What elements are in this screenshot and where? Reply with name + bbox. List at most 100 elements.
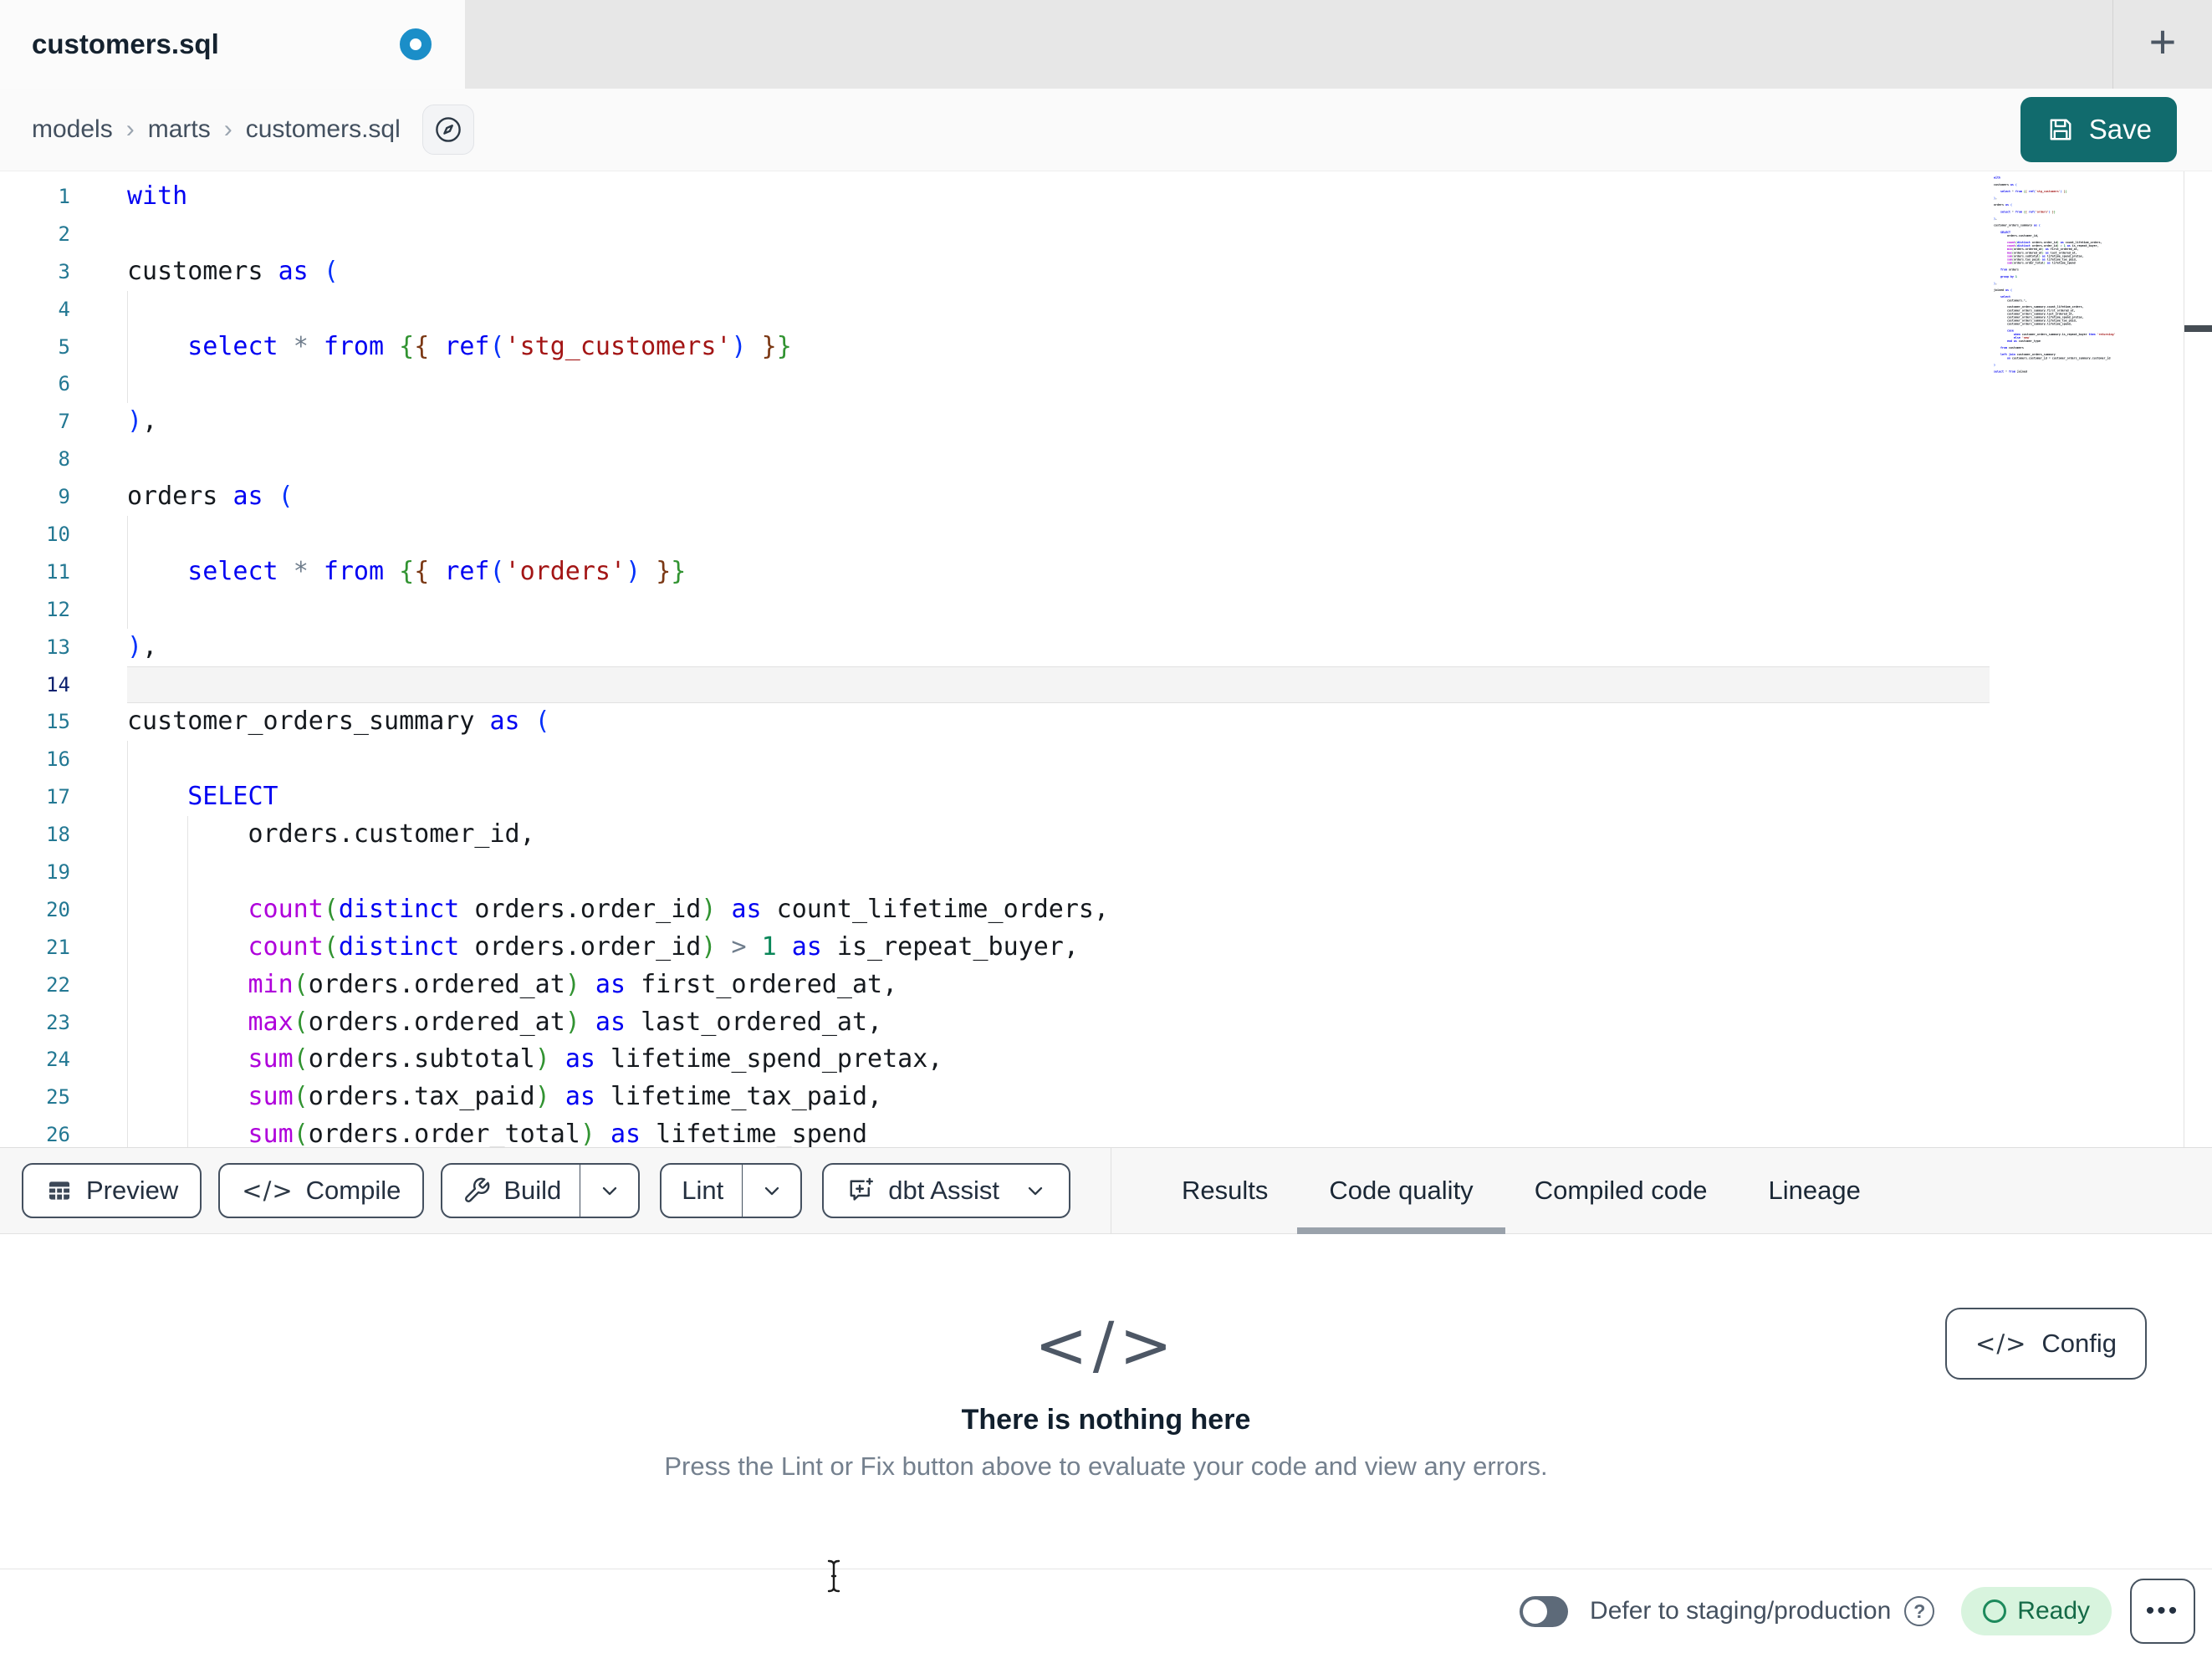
line-number: 26 [46, 1123, 70, 1147]
code-line[interactable]: 1 with [0, 178, 1990, 216]
indent-guide [127, 1079, 128, 1117]
new-tab-button[interactable]: + [2113, 0, 2212, 89]
code-line-text: sum(orders.tax_paid) as lifetime_tax_pai… [127, 1079, 1990, 1117]
code-line[interactable]: 16 [0, 741, 1990, 779]
code-lines[interactable]: 1 with 2 3 customers as (4 5 select * from {{… [0, 171, 1990, 1147]
empty-state: </> There is nothing here Press the Lint… [0, 1234, 2212, 1482]
tab-customers-sql[interactable]: customers.sql [0, 0, 465, 89]
code-line[interactable]: 18 orders.customer_id, [0, 816, 1990, 855]
minimap-content: with customers as ( select * from {{ ref(… [1994, 176, 2115, 374]
breadcrumb-file[interactable]: customers.sql [246, 115, 401, 144]
lint-button[interactable]: Lint [662, 1165, 742, 1217]
explore-lineage-button[interactable] [421, 105, 474, 155]
code-line[interactable]: 25 sum(orders.tax_paid) as lifetime_tax_… [0, 1079, 1990, 1117]
code-icon: </> [1034, 1308, 1178, 1382]
code-quality-panel: </> There is nothing here Press the Lint… [0, 1234, 2212, 1569]
code-line[interactable]: 11 select * from {{ ref('orders') }} [0, 553, 1990, 591]
code-line[interactable]: 2 [0, 216, 1990, 253]
chevron-down-icon [602, 1186, 616, 1196]
minimap-line: on customers.customer_id = customer_orde… [2006, 356, 2111, 360]
code-line[interactable]: 24 sum(orders.subtotal) as lifetime_spen… [0, 1041, 1990, 1079]
tab-results[interactable]: Results [1182, 1148, 1268, 1233]
indent-guide [187, 1003, 189, 1042]
config-label: Config [2041, 1329, 2117, 1358]
breadcrumb-bar: models › marts › customers.sql Save [0, 89, 2212, 171]
code-line[interactable]: 13), [0, 629, 1990, 666]
code-line[interactable]: 26 sum(orders.order_total) as lifetime_s… [0, 1116, 1990, 1147]
tab-compiled-code[interactable]: Compiled code [1535, 1148, 1708, 1233]
code-line[interactable]: 3 customers as ( [0, 253, 1990, 291]
line-number: 21 [46, 935, 70, 959]
code-line[interactable]: 14 [0, 666, 1990, 704]
build-dropdown-button[interactable] [580, 1165, 638, 1217]
build-split-button: Build [441, 1163, 641, 1218]
save-floppy-icon [2050, 119, 2072, 140]
lint-label: Lint [682, 1176, 724, 1205]
ellipsis-icon: ••• [2145, 1597, 2180, 1625]
code-line-text: count(distinct orders.order_id) > 1 as i… [127, 928, 1990, 967]
line-number: 3 [58, 259, 70, 283]
code-line[interactable]: 21 count(distinct orders.order_id) > 1 a… [0, 928, 1990, 967]
breadcrumb-marts[interactable]: marts [148, 115, 211, 144]
chevron-right-icon: › [223, 115, 232, 143]
code-line[interactable]: 9 orders as ( [0, 478, 1990, 516]
code-line-text: with [127, 181, 188, 211]
code-line[interactable]: 22 min(orders.ordered_at) as first_order… [0, 966, 1990, 1004]
code-line-text [127, 365, 1990, 404]
code-line[interactable]: 19 [0, 854, 1990, 891]
code-line[interactable]: 8 [0, 441, 1990, 478]
tab-lineage[interactable]: Lineage [1768, 1148, 1860, 1233]
save-button[interactable]: Save [2020, 97, 2177, 162]
dbt-assist-button[interactable]: dbt Assist [822, 1163, 1070, 1218]
editor-scrollbar[interactable] [2184, 171, 2212, 1147]
code-line[interactable]: 5 select * from {{ ref('stg_customers') … [0, 328, 1990, 366]
code-line[interactable]: 23 max(orders.ordered_at) as last_ordere… [0, 1003, 1990, 1042]
compile-button[interactable]: </> Compile [218, 1163, 425, 1218]
code-line[interactable]: 17 SELECT [0, 778, 1990, 817]
indent-guide [127, 328, 128, 366]
line-number: 12 [46, 597, 70, 621]
code-line-text [127, 741, 1990, 779]
code-line-text: min(orders.ordered_at) as first_ordered_… [127, 966, 1990, 1004]
code-line-text: orders as ( [127, 482, 294, 512]
code-line[interactable]: 4 [0, 290, 1990, 329]
preview-button[interactable]: Preview [22, 1163, 202, 1218]
tab-label: customers.sql [32, 28, 219, 59]
breadcrumb-models[interactable]: models [32, 115, 113, 144]
empty-state-subtitle: Press the Lint or Fix button above to ev… [664, 1451, 1548, 1481]
plus-icon: + [2148, 15, 2177, 68]
save-label: Save [2088, 114, 2152, 145]
code-line[interactable]: 15 customer_orders_summary as ( [0, 703, 1990, 741]
help-icon[interactable]: ? [1904, 1596, 1935, 1626]
code-line[interactable]: 7), [0, 403, 1990, 441]
line-number: 19 [46, 860, 70, 885]
more-options-button[interactable]: ••• [2130, 1579, 2195, 1644]
indent-guide [127, 516, 128, 554]
minimap-line: select * from joined [1994, 370, 2027, 374]
code-line[interactable]: 6 [0, 365, 1990, 404]
build-button[interactable]: Build [442, 1165, 580, 1217]
code-line[interactable]: 20 count(distinct orders.order_id) as co… [0, 890, 1990, 929]
indent-guide [187, 890, 189, 929]
line-number: 1 [58, 185, 70, 208]
compass-icon [435, 117, 461, 142]
scrollbar-marker[interactable] [2184, 325, 2212, 332]
line-number: 14 [46, 672, 70, 696]
indent-guide [127, 1116, 128, 1147]
code-line-text: select * from {{ ref('stg_customers') }} [127, 328, 1990, 366]
tab-code-quality[interactable]: Code quality [1297, 1148, 1506, 1234]
code-editor[interactable]: 1 with 2 3 customers as (4 5 select * from {{… [0, 171, 2212, 1147]
code-line[interactable]: 10 [0, 516, 1990, 554]
line-number: 6 [58, 372, 70, 396]
config-button[interactable]: </> Config [1945, 1308, 2147, 1380]
tab-strip-empty [465, 0, 2112, 89]
defer-toggle[interactable] [1520, 1595, 1569, 1627]
code-line[interactable]: 12 [0, 590, 1990, 629]
lint-dropdown-button[interactable] [742, 1165, 800, 1217]
wrench-icon [465, 1177, 490, 1202]
minimap[interactable]: with customers as ( select * from {{ ref(… [1990, 171, 2115, 1147]
tab-bar: customers.sql + [0, 0, 2212, 89]
indent-guide [187, 1079, 189, 1117]
